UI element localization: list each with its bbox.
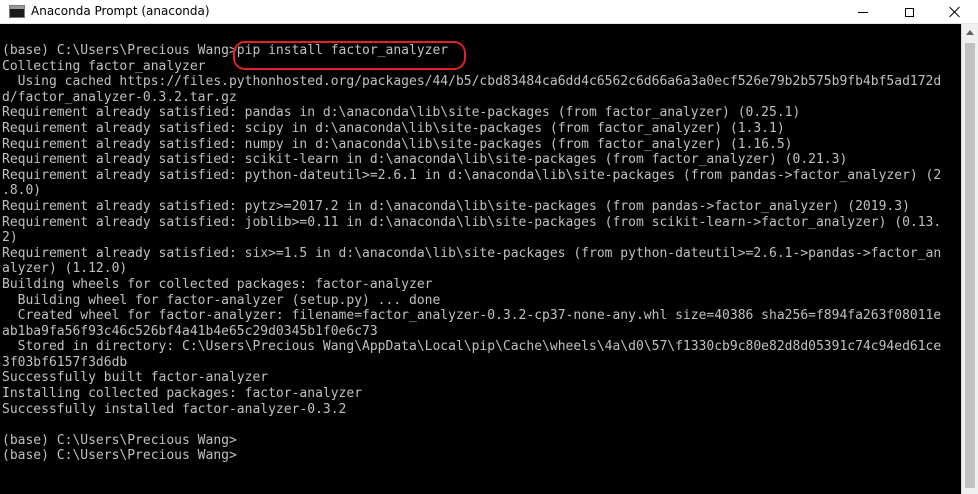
console-line: Requirement already satisfied: pytz>=201… bbox=[2, 198, 910, 214]
minimize-icon bbox=[858, 11, 868, 13]
maximize-button[interactable] bbox=[886, 0, 932, 24]
close-icon bbox=[949, 6, 961, 18]
console-window: Anaconda Prompt (anaconda) (base) C:\Use… bbox=[0, 0, 978, 494]
console-line: Stored in directory: C:\Users\Precious W… bbox=[2, 339, 942, 355]
console-icon bbox=[9, 5, 25, 18]
scrollbar-thumb[interactable] bbox=[965, 43, 975, 488]
console-line: Created wheel for factor-analyzer: filen… bbox=[2, 308, 942, 324]
console-line: 2) bbox=[2, 230, 18, 246]
console-line: d/factor_analyzer-0.3.2.tar.gz bbox=[2, 89, 237, 105]
minimize-button[interactable] bbox=[840, 0, 886, 24]
window-title: Anaconda Prompt (anaconda) bbox=[31, 4, 210, 18]
close-button[interactable] bbox=[932, 0, 978, 24]
console-line: Requirement already satisfied: numpy in … bbox=[2, 136, 793, 152]
console-line: Successfully installed factor-analyzer-0… bbox=[2, 401, 347, 417]
title-bar[interactable]: Anaconda Prompt (anaconda) bbox=[0, 0, 978, 24]
console-line: Using cached https://files.pythonhosted.… bbox=[2, 74, 942, 90]
console-line: Requirement already satisfied: scipy in … bbox=[2, 120, 785, 136]
console-line: Building wheels for collected packages: … bbox=[2, 276, 433, 292]
console-line: Building wheel for factor-analyzer (setu… bbox=[2, 292, 441, 308]
console-line: 3f03bf6157f3d6db bbox=[2, 354, 128, 370]
console-line: alyzer) (1.12.0) bbox=[2, 261, 128, 277]
maximize-icon bbox=[904, 7, 914, 17]
console-line: Requirement already satisfied: six>=1.5 … bbox=[2, 245, 942, 261]
console-line: ab1ba9fa56f93c46c526bf4a41b4e65c29d0345b… bbox=[2, 323, 378, 339]
console-line: Installing collected packages: factor-an… bbox=[2, 386, 363, 402]
console-line: (base) C:\Users\Precious Wang>pip instal… bbox=[2, 43, 449, 58]
console-prompt-line: (base) C:\Users\Precious Wang> bbox=[2, 432, 237, 448]
console-line: Collecting factor_analyzer bbox=[2, 58, 206, 74]
console-line: Requirement already satisfied: python-da… bbox=[2, 167, 942, 183]
console-prompt-line: (base) C:\Users\Precious Wang> bbox=[2, 448, 237, 464]
console-line: Requirement already satisfied: scikit-le… bbox=[2, 152, 848, 168]
console-line: Requirement already satisfied: joblib>=0… bbox=[2, 214, 942, 230]
console-line: .8.0) bbox=[2, 183, 42, 199]
console-line: Requirement already satisfied: pandas in… bbox=[2, 105, 801, 121]
console-output[interactable]: (base) C:\Users\Precious Wang>pip instal… bbox=[2, 43, 960, 494]
vertical-scrollbar[interactable] bbox=[961, 24, 978, 494]
console-line: Successfully built factor-analyzer bbox=[2, 370, 269, 386]
scroll-up-arrow-icon[interactable] bbox=[966, 30, 974, 35]
